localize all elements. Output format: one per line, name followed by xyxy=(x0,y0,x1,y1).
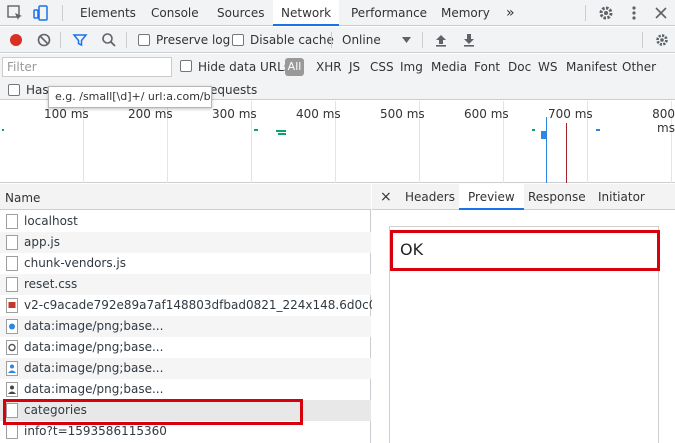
tick-label: 400 ms xyxy=(296,107,341,121)
type-filter-css[interactable]: CSS xyxy=(370,54,394,80)
record-icon[interactable] xyxy=(9,33,23,47)
type-filter-xhr[interactable]: XHR xyxy=(316,54,342,80)
more-options-icon[interactable] xyxy=(625,4,643,22)
separator xyxy=(126,32,127,48)
type-filter-doc[interactable]: Doc xyxy=(508,54,531,80)
tab-headers[interactable]: Headers xyxy=(405,184,455,210)
tab-response[interactable]: Response xyxy=(528,184,586,210)
request-row-reset-css[interactable]: reset.css xyxy=(0,274,371,295)
device-toolbar-icon[interactable] xyxy=(32,4,50,22)
clear-icon[interactable] xyxy=(37,33,51,47)
close-detail-button[interactable]: × xyxy=(380,184,392,210)
tick-label: 200 ms xyxy=(128,107,173,121)
throttling-select[interactable]: Online xyxy=(342,27,381,53)
filter-bar: Filter Hide data URLs All XHR JS CSS Img… xyxy=(0,54,675,80)
network-toolbar: Preserve log Disable cache Online xyxy=(0,27,675,53)
inspect-element-icon[interactable] xyxy=(6,4,24,22)
type-filter-ws[interactable]: WS xyxy=(538,54,557,80)
dom-content-loaded-marker xyxy=(546,117,547,183)
devtools-tabbar: Elements Console Sources Network Perform… xyxy=(0,0,675,26)
load-event-marker xyxy=(566,123,567,183)
xhr-file-icon xyxy=(6,424,18,439)
image-file-icon xyxy=(6,319,18,334)
filter-tooltip: e.g. /small[\d]+/ url:a.com/b xyxy=(48,86,212,108)
stylesheet-file-icon xyxy=(6,277,18,292)
tick-label: 600 ms xyxy=(464,107,509,121)
tab-initiator[interactable]: Initiator xyxy=(598,184,645,210)
tick-label: 500 ms xyxy=(380,107,425,121)
tab-elements[interactable]: Elements xyxy=(80,0,136,26)
network-settings-gear-icon[interactable] xyxy=(654,32,670,48)
type-filter-img[interactable]: Img xyxy=(400,54,423,80)
document-file-icon xyxy=(6,214,18,229)
highlight-categories-row xyxy=(3,399,303,425)
close-devtools-icon[interactable] xyxy=(652,4,670,22)
blocked-requests-label: equests xyxy=(210,83,258,97)
separator xyxy=(331,32,332,48)
filter-input[interactable]: Filter xyxy=(2,57,172,77)
image-file-icon xyxy=(6,340,18,355)
export-har-icon[interactable] xyxy=(462,32,476,48)
request-row-data-image[interactable]: data:image/png;base... xyxy=(0,337,371,358)
waterfall-bar xyxy=(2,129,4,131)
tab-preview[interactable]: Preview xyxy=(459,184,524,210)
separator xyxy=(642,32,643,48)
tab-memory[interactable]: Memory xyxy=(441,0,490,26)
request-row-chunk-vendors[interactable]: chunk-vendors.js xyxy=(0,253,371,274)
import-har-icon[interactable] xyxy=(434,32,448,48)
tick-label: 100 ms xyxy=(44,107,89,121)
timeline-overview[interactable]: 100 ms 200 ms 300 ms 400 ms 500 ms 600 m… xyxy=(0,101,675,183)
filter-icon[interactable] xyxy=(72,32,88,48)
tab-network[interactable]: Network xyxy=(273,0,340,26)
script-file-icon xyxy=(6,256,18,271)
separator xyxy=(422,32,423,48)
dropdown-arrow-icon[interactable] xyxy=(402,37,411,43)
image-file-icon xyxy=(6,361,18,376)
image-file-icon xyxy=(6,382,18,397)
detail-tabbar: × Headers Preview Response Initiator xyxy=(372,184,675,210)
preserve-log-checkbox[interactable] xyxy=(138,34,150,46)
separator xyxy=(60,32,61,48)
type-filter-js[interactable]: JS xyxy=(349,54,360,80)
request-row-data-image[interactable]: data:image/png;base... xyxy=(0,379,371,400)
more-tabs-button[interactable]: » xyxy=(506,0,515,26)
settings-gear-icon[interactable] xyxy=(597,4,615,22)
tick-label: 300 ms xyxy=(212,107,257,121)
waterfall-bar xyxy=(276,130,286,132)
type-filter-all[interactable]: All xyxy=(285,58,304,76)
name-column-header[interactable]: Name xyxy=(0,184,371,210)
separator xyxy=(585,5,586,21)
request-detail-pane: × Headers Preview Response Initiator OK xyxy=(372,184,675,443)
tick-label: 800 ms xyxy=(652,107,675,135)
tab-console[interactable]: Console xyxy=(151,0,199,26)
waterfall-bar xyxy=(278,133,286,135)
waterfall-bar xyxy=(596,129,600,131)
waterfall-bar xyxy=(532,129,535,131)
request-row-data-image[interactable]: data:image/png;base... xyxy=(0,316,371,337)
tab-performance[interactable]: Performance xyxy=(351,0,427,26)
request-row-localhost[interactable]: localhost xyxy=(0,211,371,232)
separator xyxy=(62,5,63,21)
has-blocked-cookies-label: Has xyxy=(26,83,49,97)
has-blocked-cookies-checkbox[interactable] xyxy=(8,84,20,96)
type-filter-other[interactable]: Other xyxy=(622,54,656,80)
type-filter-font[interactable]: Font xyxy=(474,54,500,80)
request-row-data-image[interactable]: data:image/png;base... xyxy=(0,358,371,379)
highlight-preview-ok xyxy=(390,230,660,271)
hide-data-urls-checkbox[interactable] xyxy=(180,60,192,72)
request-row-app-js[interactable]: app.js xyxy=(0,232,371,253)
preserve-log-label: Preserve log xyxy=(156,33,231,47)
tick-label: 700 ms xyxy=(548,107,593,121)
search-icon[interactable] xyxy=(101,32,117,48)
request-row-jpg[interactable]: v2-c9acade792e89a7af148803dfbad0821_224x… xyxy=(0,295,418,316)
script-file-icon xyxy=(6,235,18,250)
disable-cache-checkbox[interactable] xyxy=(232,34,244,46)
type-filter-media[interactable]: Media xyxy=(431,54,467,80)
hide-data-urls-label: Hide data URLs xyxy=(198,60,291,74)
waterfall-bar xyxy=(254,129,258,131)
tab-sources[interactable]: Sources xyxy=(217,0,264,26)
type-filter-manifest[interactable]: Manifest xyxy=(566,54,617,80)
disable-cache-label: Disable cache xyxy=(250,33,334,47)
image-file-icon xyxy=(6,298,18,313)
